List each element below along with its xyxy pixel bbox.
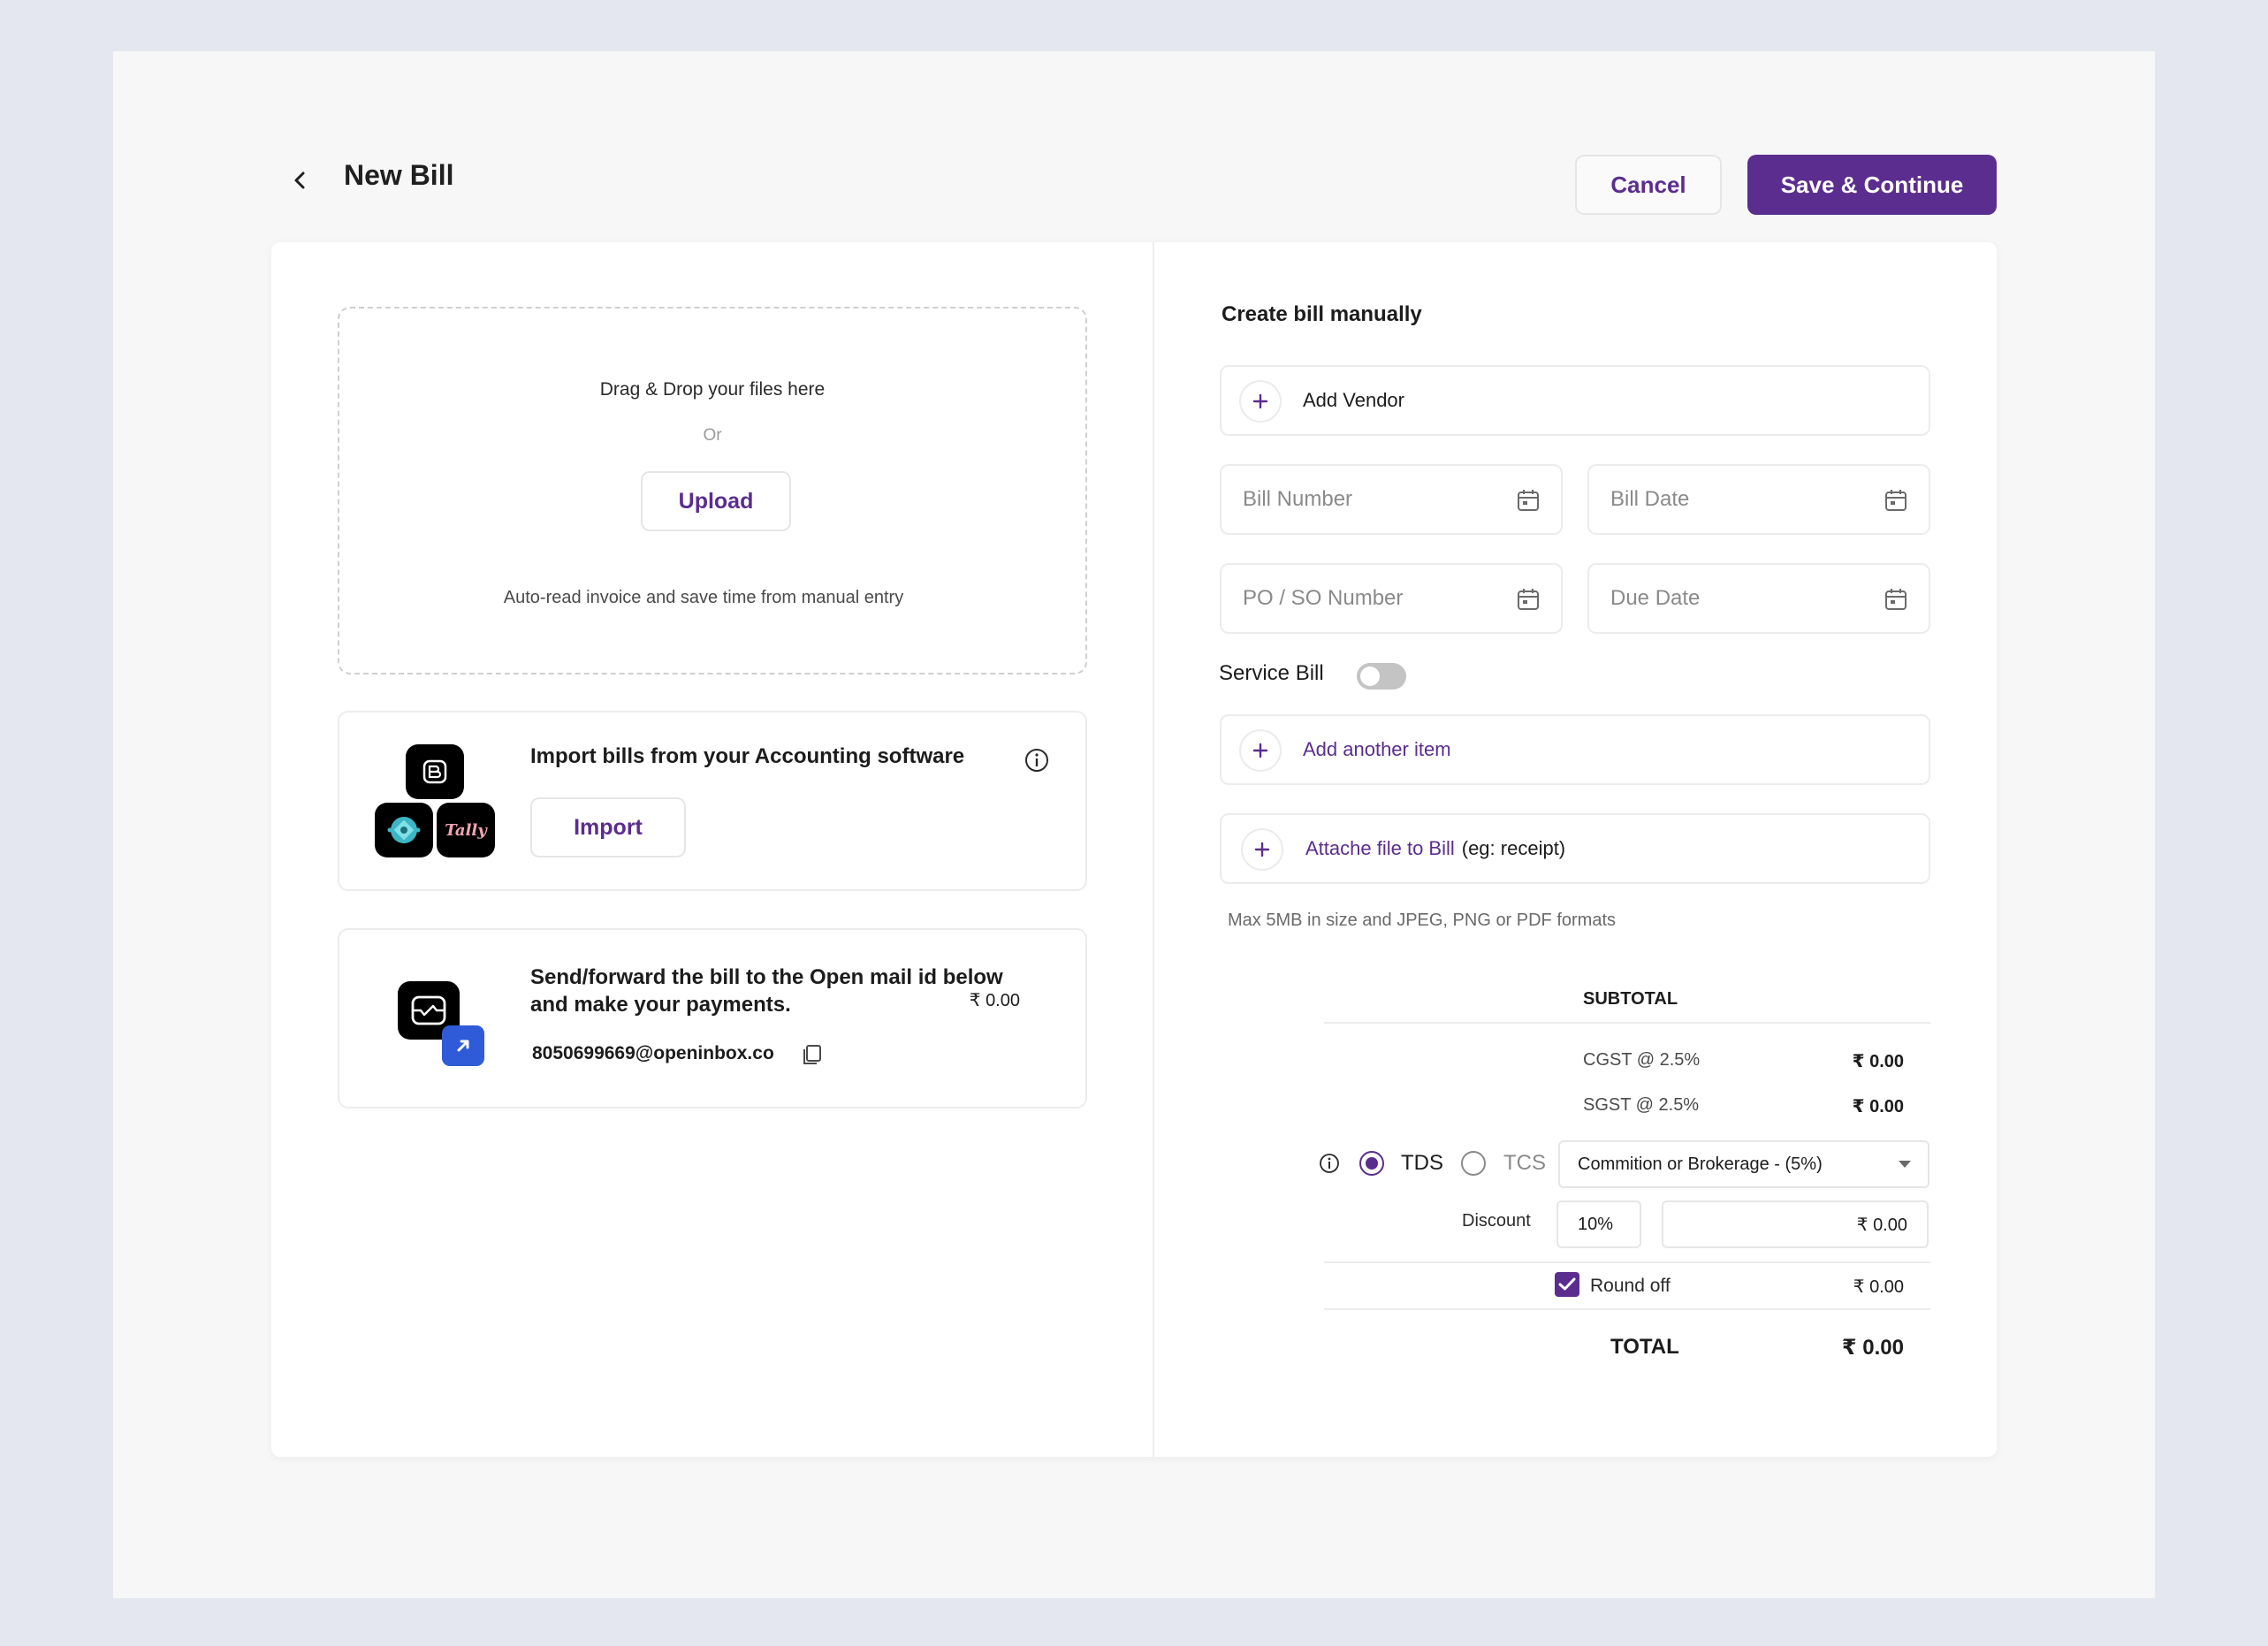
plus-icon xyxy=(1241,828,1283,871)
tax-type-select[interactable]: Commition or Brokerage - (5%) xyxy=(1558,1140,1929,1188)
service-bill-toggle[interactable] xyxy=(1357,663,1406,690)
attach-file-row[interactable]: Attache file to Bill (eg: receipt) xyxy=(1220,813,1930,884)
back-button[interactable] xyxy=(276,156,325,205)
plus-icon xyxy=(1239,380,1282,423)
file-dropzone[interactable]: Drag & Drop your files here Or Upload Au… xyxy=(338,307,1087,674)
add-item-row[interactable]: Add another item xyxy=(1220,714,1930,785)
total-label: TOTAL xyxy=(1610,1335,1679,1359)
round-off-value: ₹ 0.00 xyxy=(1853,1277,1904,1297)
check-icon xyxy=(1558,1277,1576,1291)
caret-down-icon xyxy=(1899,1161,1911,1168)
bill-number-field[interactable] xyxy=(1220,464,1563,535)
bill-date-field[interactable] xyxy=(1587,464,1930,535)
tally-text: Tally xyxy=(445,820,487,840)
discount-percent-value: 10% xyxy=(1578,1214,1614,1234)
subtotal-value: ₹ 0.00 xyxy=(969,991,1020,1010)
cgst-value: ₹ 0.00 xyxy=(1852,1052,1904,1071)
attach-file-label: Attache file to Bill (eg: receipt) xyxy=(1305,815,1565,882)
page-title: New Bill xyxy=(344,159,454,191)
calendar-icon[interactable] xyxy=(1884,489,1907,512)
copy-icon[interactable] xyxy=(801,1043,824,1071)
bill-number-input[interactable] xyxy=(1243,466,1508,533)
round-off-checkbox[interactable] xyxy=(1555,1272,1579,1297)
calendar-icon[interactable] xyxy=(1884,588,1907,611)
file-size-hint: Max 5MB in size and JPEG, PNG or PDF for… xyxy=(1228,911,1617,930)
due-date-input[interactable] xyxy=(1610,565,1876,632)
discount-label: Discount xyxy=(1462,1211,1531,1231)
calendar-icon[interactable] xyxy=(1517,588,1540,611)
add-vendor-row[interactable]: Add Vendor xyxy=(1220,365,1930,436)
po-number-field[interactable] xyxy=(1220,563,1563,634)
po-number-input[interactable] xyxy=(1243,565,1508,632)
column-divider xyxy=(1153,242,1154,1457)
import-button[interactable]: Import xyxy=(530,797,686,857)
chevron-left-icon xyxy=(294,171,305,189)
discount-amount-input[interactable]: ₹ 0.00 xyxy=(1662,1200,1929,1248)
tds-radio[interactable] xyxy=(1359,1151,1384,1176)
import-card: Tally Import bills from your Accounting … xyxy=(338,711,1087,891)
cgst-label: CGST @ 2.5% xyxy=(1583,1050,1701,1070)
plus-icon xyxy=(1239,729,1282,772)
total-value: ₹ 0.00 xyxy=(1841,1336,1904,1360)
discount-amount-value: ₹ 0.00 xyxy=(1856,1215,1907,1235)
summary-divider xyxy=(1324,1261,1930,1263)
dropzone-hint: Auto-read invoice and save time from man… xyxy=(503,588,904,607)
sgst-value: ₹ 0.00 xyxy=(1852,1097,1904,1116)
dropzone-title: Drag & Drop your files here xyxy=(599,379,826,400)
tcs-radio[interactable] xyxy=(1461,1151,1486,1176)
tds-label: TDS xyxy=(1401,1151,1443,1175)
toggle-knob xyxy=(1360,667,1380,686)
tax-type-value: Commition or Brokerage - (5%) xyxy=(1578,1154,1823,1174)
summary-divider xyxy=(1324,1308,1930,1310)
sgst-label: SGST @ 2.5% xyxy=(1583,1095,1700,1115)
discount-percent-input[interactable]: 10% xyxy=(1556,1200,1641,1248)
bill-date-input[interactable] xyxy=(1610,466,1876,533)
tally-icon: Tally xyxy=(437,803,495,857)
cancel-button[interactable]: Cancel xyxy=(1575,155,1722,215)
service-bill-label: Service Bill xyxy=(1219,661,1324,685)
round-off-label: Round off xyxy=(1590,1276,1671,1296)
subtotal-label: SUBTOTAL xyxy=(1583,989,1678,1009)
save-continue-button[interactable]: Save & Continue xyxy=(1747,155,1997,215)
upload-button[interactable]: Upload xyxy=(641,471,791,531)
add-item-label: Add another item xyxy=(1303,738,1451,760)
attach-file-suffix: (eg: receipt) xyxy=(1461,837,1566,859)
tax-info-icon[interactable] xyxy=(1319,1153,1340,1178)
app-diamond-icon xyxy=(375,803,433,857)
app-b-icon xyxy=(406,744,464,799)
dropzone-or: Or xyxy=(703,426,722,445)
attach-file-link[interactable]: Attache file to Bill xyxy=(1305,837,1455,860)
import-title: Import bills from your Accounting softwa… xyxy=(530,744,965,768)
summary-divider xyxy=(1324,1022,1930,1024)
mail-id: 8050699669@openinbox.co xyxy=(532,1043,774,1063)
due-date-field[interactable] xyxy=(1587,563,1930,634)
info-icon[interactable] xyxy=(1024,748,1049,777)
forward-arrow-icon xyxy=(442,1025,484,1066)
tcs-label: TCS xyxy=(1503,1151,1546,1175)
calendar-icon[interactable] xyxy=(1517,489,1540,512)
add-vendor-label: Add Vendor xyxy=(1303,389,1404,411)
manual-section-title: Create bill manually xyxy=(1222,302,1422,326)
mail-card: Send/forward the bill to the Open mail i… xyxy=(338,928,1087,1109)
